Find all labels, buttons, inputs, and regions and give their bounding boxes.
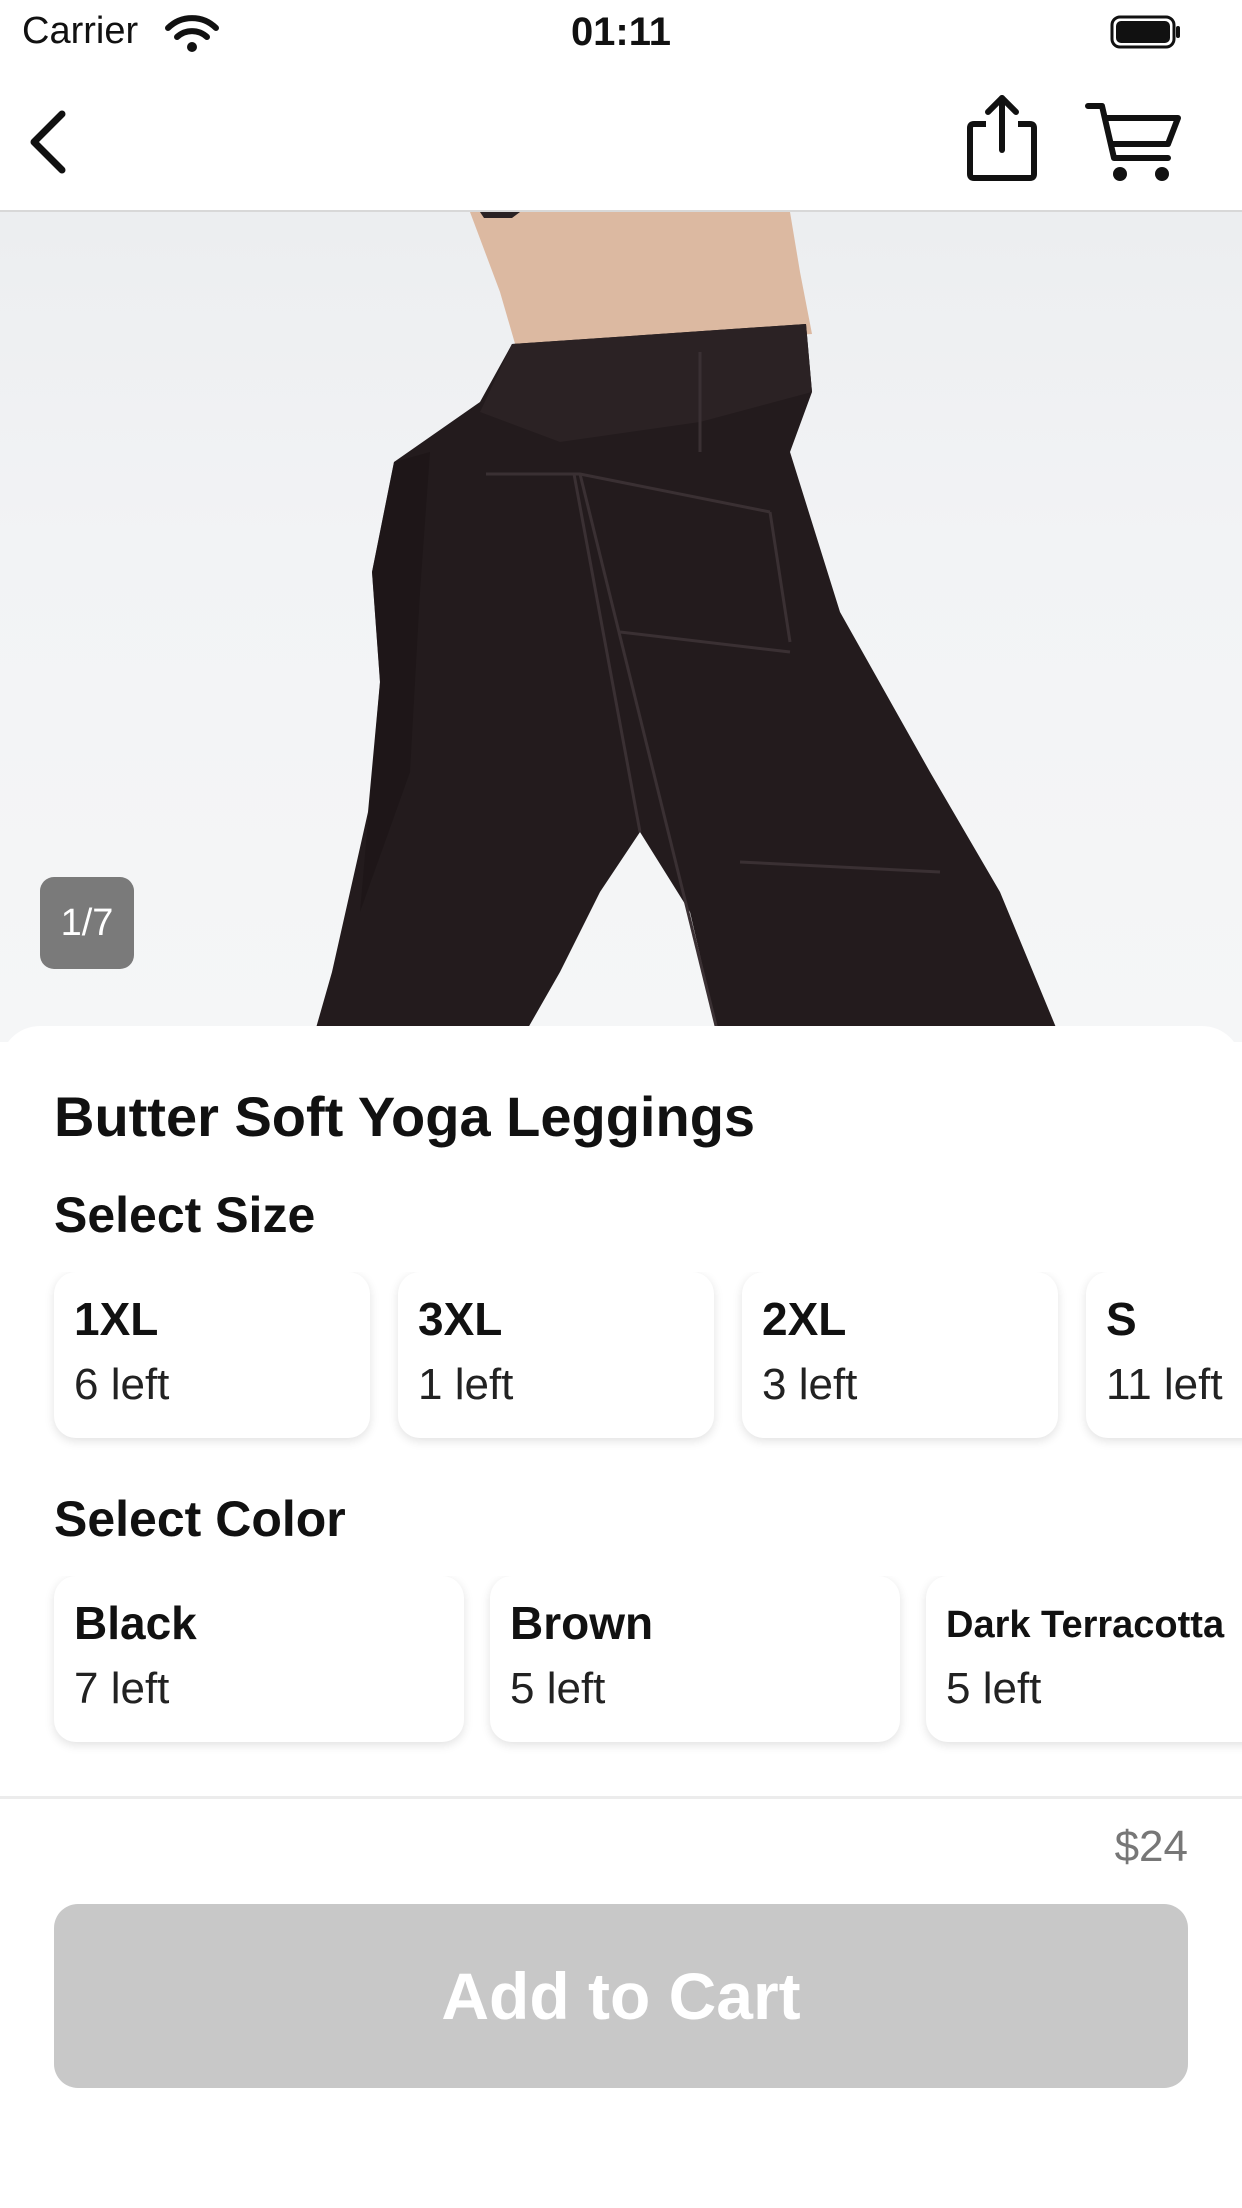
size-options[interactable]: 1XL 6 left 3XL 1 left 2XL 3 left S 11 le…	[0, 1272, 1242, 1452]
color-section-title: Select Color	[54, 1491, 346, 1547]
size-option-stock: 3 left	[762, 1360, 858, 1409]
size-section-title: Select Size	[54, 1187, 316, 1243]
color-option-name: Black	[74, 1597, 197, 1649]
size-option-name: 3XL	[418, 1293, 503, 1345]
leggings-photo	[312, 212, 1062, 1042]
size-option-1xl[interactable]: 1XL 6 left	[54, 1272, 370, 1438]
color-option-black[interactable]: Black 7 left	[54, 1576, 464, 1742]
back-button[interactable]	[22, 104, 78, 180]
color-option-stock: 5 left	[510, 1664, 606, 1713]
size-option-name: 1XL	[74, 1293, 159, 1345]
footer-divider	[0, 1796, 1242, 1799]
share-button[interactable]	[962, 92, 1042, 182]
color-option-dark-terracotta[interactable]: Dark Terracotta 5 left	[926, 1576, 1242, 1742]
size-option-stock: 6 left	[74, 1360, 170, 1409]
color-option-brown[interactable]: Brown 5 left	[490, 1576, 900, 1742]
color-option-name: Brown	[510, 1597, 654, 1649]
product-title: Butter Soft Yoga Leggings	[54, 1085, 756, 1148]
navigation-bar	[0, 70, 1242, 212]
size-option-3xl[interactable]: 3XL 1 left	[398, 1272, 714, 1438]
size-option-stock: 1 left	[418, 1360, 514, 1409]
battery-icon	[1110, 15, 1180, 49]
product-image[interactable]: 1/7	[0, 212, 1242, 1042]
image-page-indicator: 1/7	[40, 877, 134, 969]
status-time: 01:11	[570, 10, 672, 54]
size-option-2xl[interactable]: 2XL 3 left	[742, 1272, 1058, 1438]
size-option-s[interactable]: S 11 left	[1086, 1272, 1242, 1438]
add-to-cart-button[interactable]: Add to Cart	[54, 1904, 1188, 2088]
product-details-sheet: Butter Soft Yoga Leggings Select Size 1X…	[0, 1026, 1242, 1796]
size-option-name: 2XL	[762, 1293, 847, 1345]
color-options[interactable]: Black 7 left Brown 5 left Dark Terracott…	[0, 1576, 1242, 1756]
cart-button[interactable]	[1084, 100, 1184, 186]
color-option-stock: 7 left	[74, 1664, 170, 1713]
size-option-stock: 11 left	[1106, 1360, 1223, 1409]
product-price: $24	[1114, 1822, 1188, 1871]
status-bar: Carrier 01:11	[0, 0, 1242, 70]
color-option-name: Dark Terracotta	[946, 1604, 1225, 1646]
size-option-name: S	[1106, 1293, 1137, 1345]
color-option-stock: 5 left	[946, 1664, 1042, 1713]
